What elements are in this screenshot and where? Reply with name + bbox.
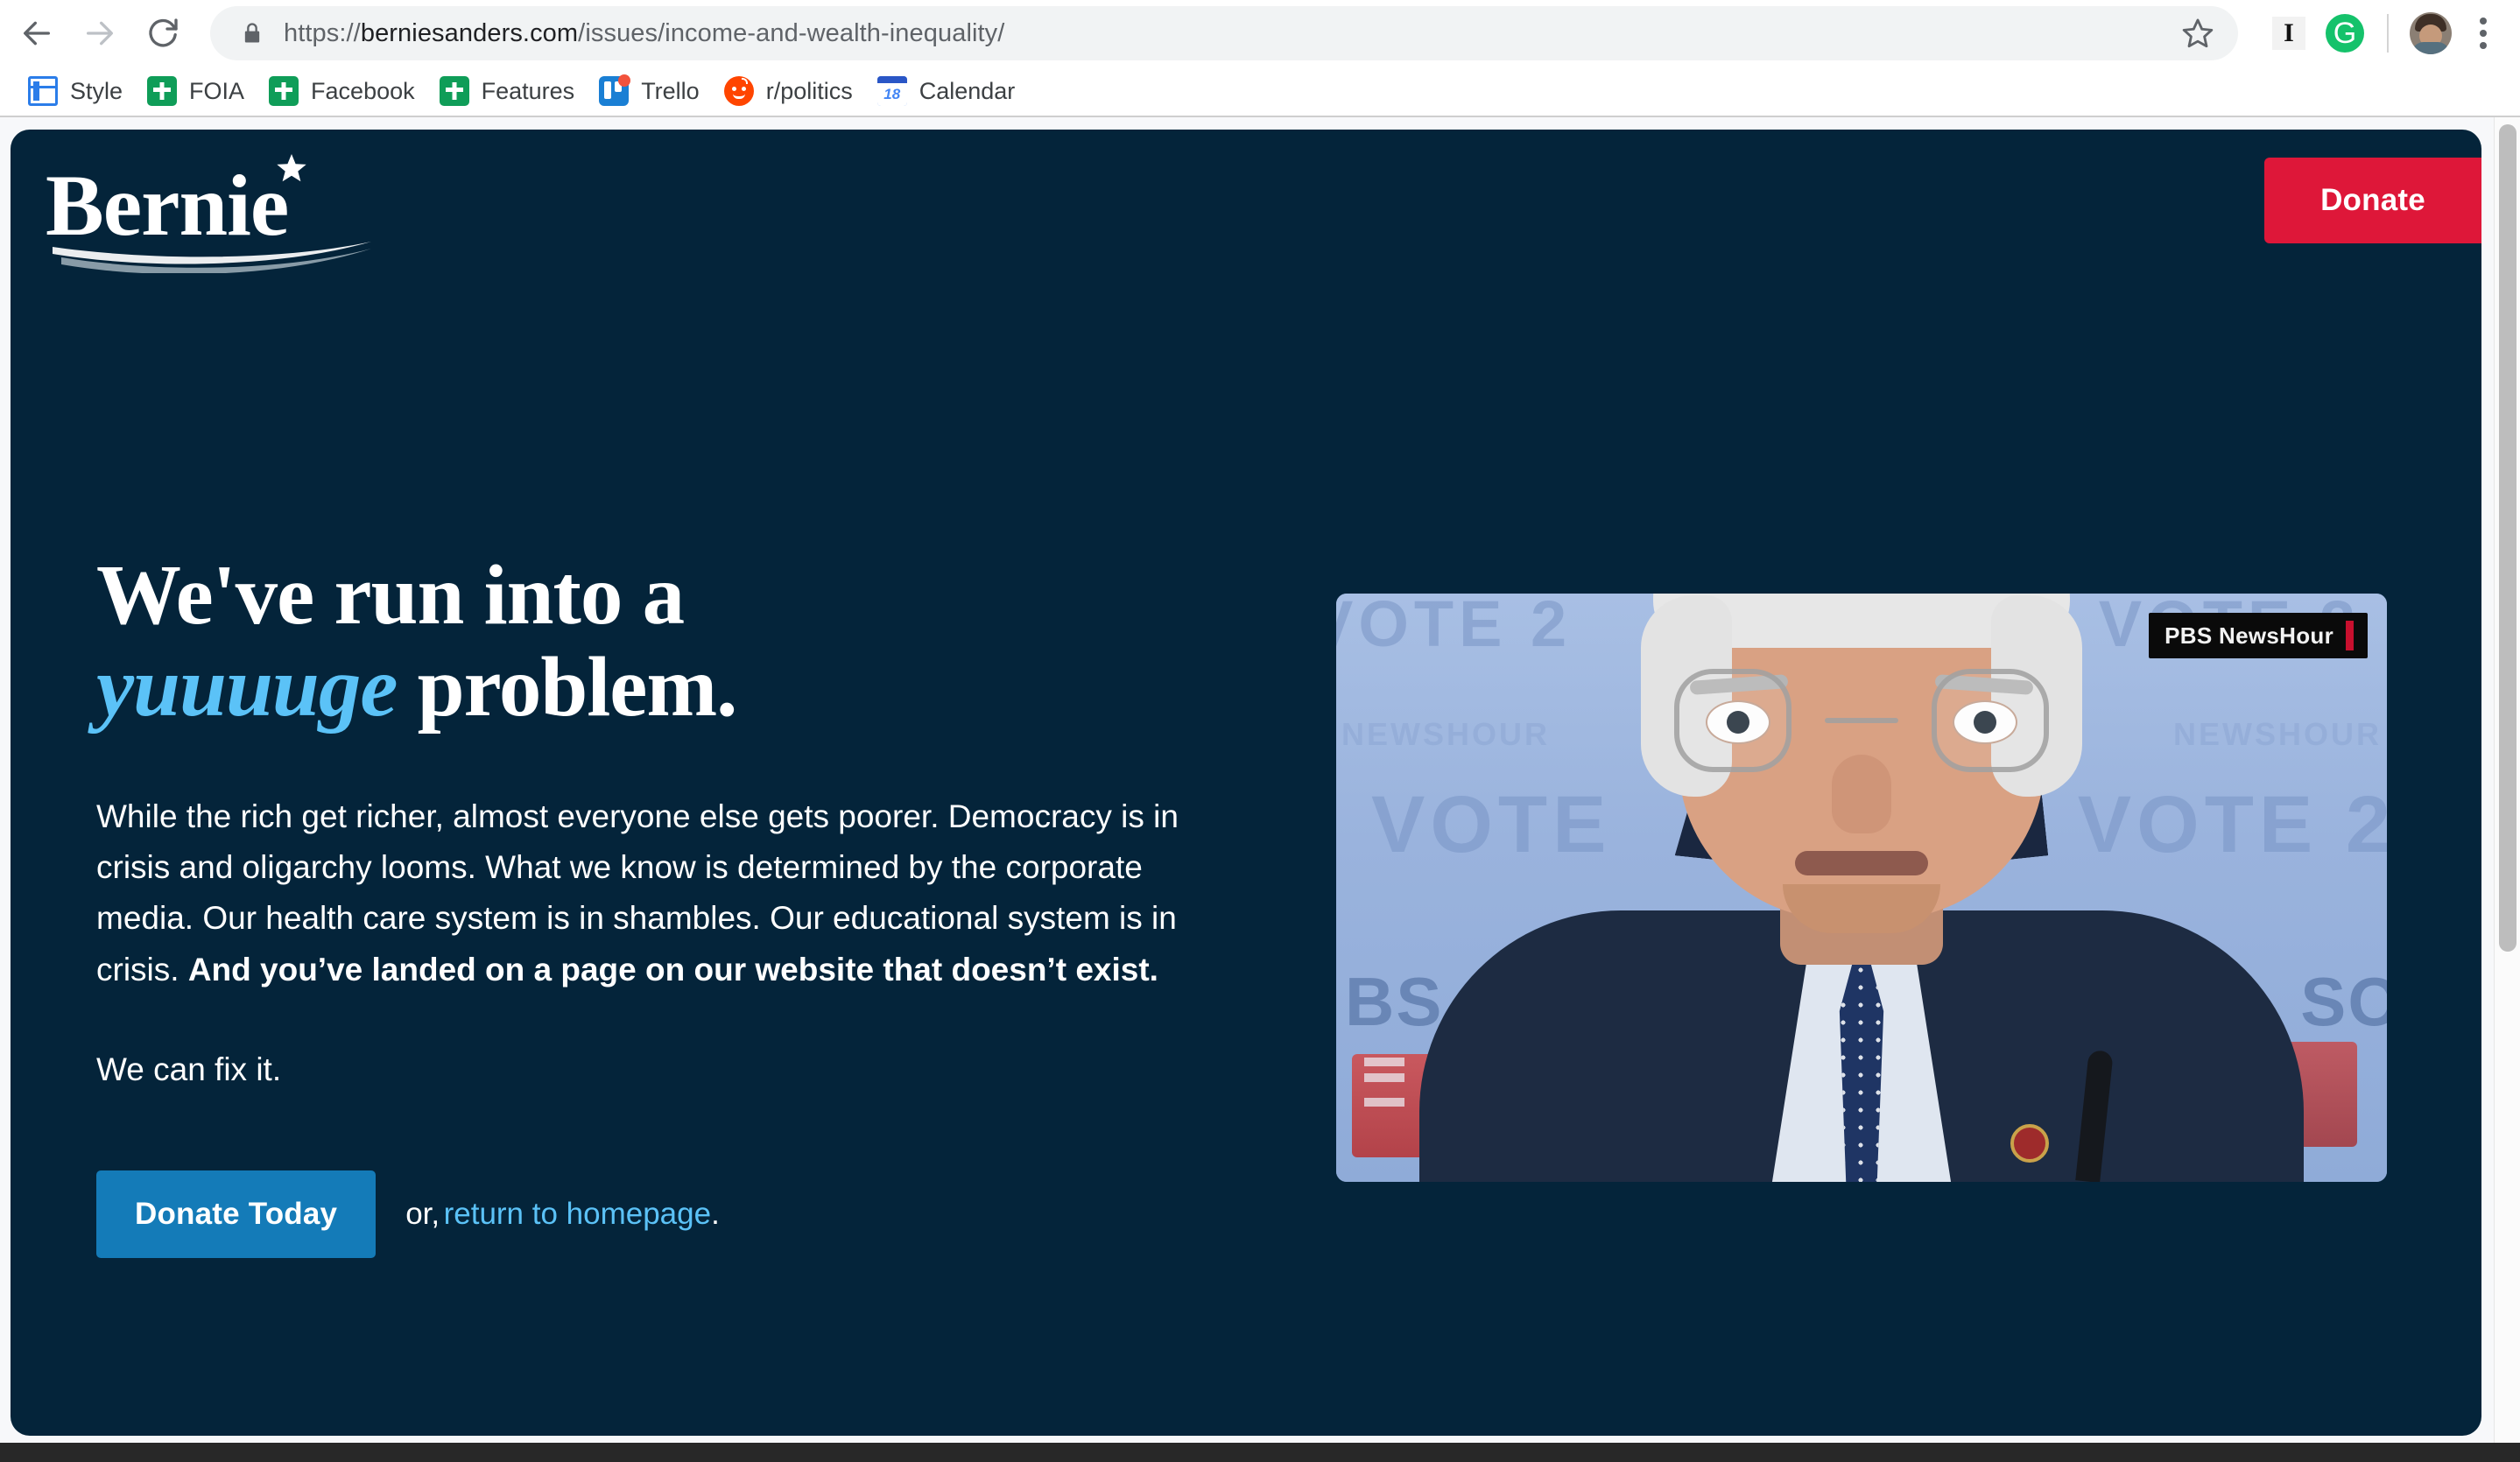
page-title: We've run into a yuuuuge problem. — [96, 548, 1261, 734]
hero-fix-line: We can fix it. — [96, 1051, 282, 1088]
google-calendar-icon: 18 — [876, 76, 907, 106]
sentence-period: . — [711, 1196, 720, 1231]
return-to-homepage-link[interactable]: return to homepage — [444, 1197, 711, 1232]
bookmark-star-icon[interactable] — [2177, 12, 2219, 54]
bookmark-label: Trello — [641, 77, 700, 104]
headline-emphasis: yuuuuge — [96, 639, 398, 734]
bookmark-label: Facebook — [311, 77, 415, 104]
desktop-bottom-bar — [0, 1443, 2520, 1462]
forward-button[interactable] — [68, 2, 131, 65]
google-sheets-icon — [147, 76, 178, 106]
grammarly-icon: G — [2326, 14, 2364, 53]
bernie-logo[interactable]: Bernie — [46, 151, 378, 275]
pbs-newshour-chyron: PBS NewsHour — [2149, 613, 2368, 658]
site-header: Bernie Donate — [11, 130, 2481, 278]
url-scheme: https:// — [284, 18, 361, 47]
reload-icon — [149, 18, 178, 47]
hero-media-column: VOTE 2 VOTE 2 NEWSHOUR NEWSHOUR VOTE VOT… — [1261, 278, 2439, 1258]
kebab-dot — [2480, 18, 2487, 25]
profile-button[interactable] — [2403, 5, 2459, 61]
kebab-dot — [2480, 30, 2487, 37]
extension-icons: I G — [2261, 5, 2520, 61]
browser-toolbar: https://berniesanders.com/issues/income-… — [0, 0, 2520, 67]
notification-dot-icon — [618, 74, 631, 87]
scrollbar-thumb[interactable] — [2499, 124, 2516, 952]
bookmarks-bar: Style FOIA Facebook Features Trello r/po… — [0, 67, 2520, 116]
bookmark-foia[interactable]: FOIA — [135, 70, 257, 112]
bookmark-label: FOIA — [189, 77, 245, 104]
logo-wordmark: Bernie — [46, 157, 288, 254]
instapaper-icon: I — [2272, 17, 2305, 50]
back-arrow-icon — [24, 21, 50, 46]
lock-icon — [240, 21, 264, 46]
avatar — [2410, 12, 2452, 54]
bookmark-label: r/politics — [765, 77, 853, 104]
bookmark-label: Calendar — [919, 77, 1016, 104]
url-text: https://berniesanders.com/issues/income-… — [284, 19, 1004, 48]
cta-row: Donate Today or, return to homepage. — [96, 1170, 1261, 1258]
address-bar[interactable]: https://berniesanders.com/issues/income-… — [210, 6, 2238, 60]
url-path: /issues/income-and-wealth-inequality/ — [578, 18, 1005, 47]
bookmark-calendar[interactable]: 18 Calendar — [865, 70, 1028, 112]
trello-icon — [599, 74, 631, 106]
instapaper-extension-button[interactable]: I — [2261, 5, 2317, 61]
headline-line-2-rest: problem. — [397, 639, 738, 734]
eyeglasses — [1674, 669, 1791, 772]
google-sheets-icon — [269, 76, 299, 106]
bookmark-facebook[interactable]: Facebook — [257, 70, 427, 112]
donate-button-header[interactable]: Donate — [2264, 158, 2481, 243]
browser-chrome: https://berniesanders.com/issues/income-… — [0, 0, 2520, 117]
bookmark-label: Features — [481, 77, 575, 104]
url-domain: berniesanders.com — [360, 18, 579, 47]
bookmark-style[interactable]: Style — [16, 70, 135, 112]
eyeglasses — [1932, 669, 2049, 772]
chrome-menu-button[interactable] — [2459, 5, 2508, 61]
bookmark-label: Style — [70, 77, 123, 104]
bookmark-rpolitics[interactable]: r/politics — [712, 70, 865, 112]
toolbar-divider — [2387, 14, 2389, 53]
hero-text-column: We've run into a yuuuuge problem. While … — [96, 278, 1261, 1258]
chyron-label: PBS NewsHour — [2165, 622, 2333, 649]
headline-line-1: We've run into a — [96, 548, 685, 642]
donate-today-button[interactable]: Donate Today — [96, 1170, 377, 1258]
bookmark-trello[interactable]: Trello — [587, 70, 712, 112]
kebab-dot — [2480, 42, 2487, 49]
lapel-pin — [2010, 1124, 2049, 1163]
page-viewport: Bernie Donate We've run into a yuuuuge p… — [0, 117, 2520, 1443]
google-sheets-icon — [439, 76, 469, 106]
calendar-day: 18 — [876, 83, 907, 106]
site-page: Bernie Donate We've run into a yuuuuge p… — [11, 130, 2481, 1436]
back-button[interactable] — [5, 2, 68, 65]
bookmark-features[interactable]: Features — [427, 70, 588, 112]
hero-image: VOTE 2 VOTE 2 NEWSHOUR NEWSHOUR VOTE VOT… — [1336, 594, 2387, 1182]
hero-section: We've run into a yuuuuge problem. While … — [11, 278, 2481, 1258]
hero-body-bold: And you’ve landed on a page on our websi… — [187, 951, 1158, 988]
style-icon — [28, 76, 58, 106]
grammarly-extension-button[interactable]: G — [2317, 5, 2373, 61]
or-text: or, — [405, 1196, 440, 1231]
reload-button[interactable] — [131, 2, 194, 65]
chyron-red-bar — [2346, 621, 2354, 650]
reddit-icon — [723, 76, 754, 106]
forward-arrow-icon — [87, 21, 113, 46]
hero-body-paragraph: While the rich get richer, almost everyo… — [96, 791, 1186, 996]
page-scrollbar[interactable] — [2494, 117, 2520, 1443]
bernie-sanders-figure — [1336, 594, 2387, 1182]
